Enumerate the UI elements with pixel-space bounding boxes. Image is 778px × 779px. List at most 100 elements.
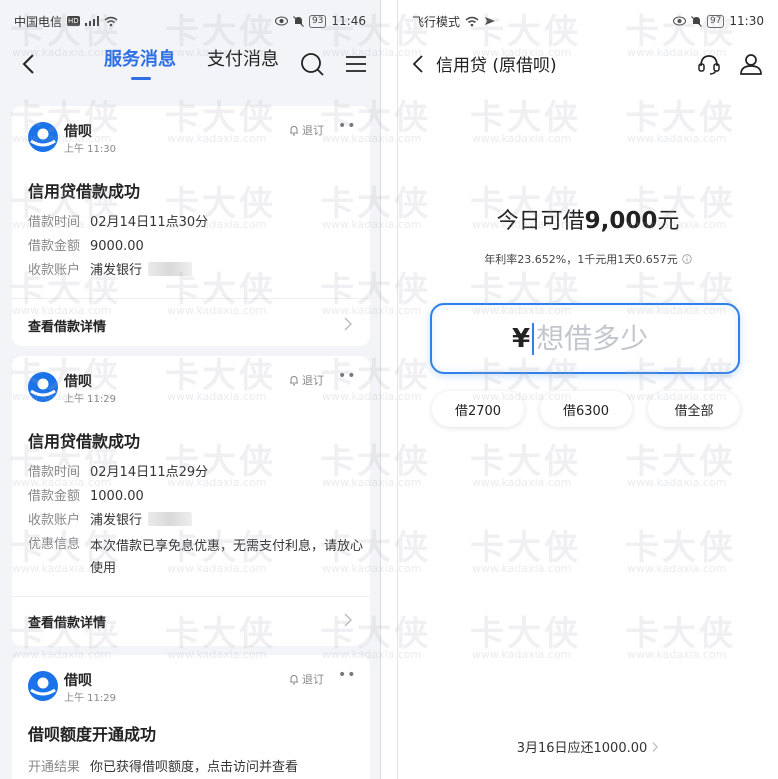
status-bar: 飞行模式 97 11:30: [398, 0, 778, 42]
battery-icon: 93: [308, 14, 327, 28]
row-label: 借款时间: [28, 465, 81, 480]
jiebei-logo-icon: [28, 671, 58, 701]
limit-prefix: 今日可借: [496, 209, 585, 234]
eye-icon: [672, 16, 686, 26]
hd-icon: HD: [67, 16, 80, 26]
unsubscribe-button[interactable]: 退订: [289, 122, 324, 138]
tab-payment-messages[interactable]: 支付消息: [207, 46, 279, 74]
customer-service-icon[interactable]: [696, 51, 722, 77]
mute-icon: [691, 15, 702, 27]
menu-icon[interactable]: [343, 50, 369, 78]
mute-icon: [293, 15, 304, 27]
more-options-icon[interactable]: ••: [338, 118, 357, 134]
message-title: 借呗额度开通成功: [28, 725, 157, 744]
message-center-screen: 中国电信 HD 93 11:46 服务消息 支付消息 借呗 上午 11:30 退…: [0, 0, 381, 779]
available-limit: 今日可借9,000元: [398, 203, 778, 235]
user-icon[interactable]: [738, 51, 764, 77]
info-row: 收款账户 浦发银行: [28, 512, 193, 530]
unsubscribe-button[interactable]: 退订: [289, 372, 324, 388]
status-bar: 中国电信 HD 93 11:46: [0, 0, 380, 42]
app-bar: 服务消息 支付消息: [0, 42, 380, 86]
carrier-label: 中国电信: [14, 14, 63, 29]
screenshot-canvas: 中国电信 HD 93 11:46 服务消息 支付消息 借呗 上午 11:30 退…: [0, 0, 778, 779]
screenshot-gap: [381, 0, 397, 779]
row-value: 浦发银行: [90, 513, 143, 528]
message-time: 上午 11:29: [64, 394, 116, 405]
text-cursor: [532, 322, 535, 355]
view-details-link[interactable]: 查看借款详情: [28, 612, 106, 631]
info-row: 开通结果 你已获得借呗额度，点击访问并查看: [28, 759, 298, 777]
chevron-right-icon[interactable]: [342, 612, 354, 628]
sender-name: 借呗: [64, 673, 92, 689]
tab-service-messages[interactable]: 服务消息: [104, 46, 176, 74]
info-row: 收款账户 浦发银行: [28, 262, 193, 280]
divider: [12, 298, 370, 299]
row-label: 收款账户: [28, 513, 81, 528]
clock: 11:30: [729, 14, 764, 28]
row-label: 收款账户: [28, 263, 81, 278]
row-value: 本次借款已享免息优惠，无需支付利息，请放心使用: [90, 539, 364, 576]
loan-amount-field[interactable]: ¥: [430, 303, 740, 374]
airplane-icon: [485, 17, 496, 25]
quick-amount-button[interactable]: 借6300: [540, 391, 632, 427]
limit-suffix: 元: [657, 209, 680, 234]
message-title: 信用贷借款成功: [28, 182, 141, 201]
redacted-block: [148, 512, 193, 526]
currency-symbol: ¥: [512, 323, 531, 354]
message-time: 上午 11:29: [64, 693, 116, 704]
back-icon[interactable]: [410, 52, 426, 76]
sender-name: 借呗: [64, 124, 92, 140]
loan-amount-input[interactable]: [536, 322, 717, 355]
message-card[interactable]: 借呗 上午 11:30 退订 •• 信用贷借款成功 借款时间 02月14日11点3…: [12, 106, 370, 346]
clock: 11:46: [331, 14, 366, 28]
signal-icon: [84, 16, 99, 26]
bell-icon: [290, 674, 298, 685]
repayment-text: 3月16日应还1000.00: [516, 741, 648, 756]
row-value: 02月14日11点29分: [90, 465, 209, 480]
chevron-right-icon: [652, 741, 659, 752]
message-time: 上午 11:30: [64, 144, 116, 155]
unsubscribe-label: 退订: [302, 673, 324, 686]
row-label: 借款时间: [28, 215, 81, 230]
repayment-reminder[interactable]: 3月16日应还1000.00: [398, 737, 778, 756]
interest-rate-info: 年利率23.652%，1千元用1天0.657元: [398, 251, 778, 267]
quick-amount-button[interactable]: 借全部: [648, 391, 740, 427]
info-icon[interactable]: [682, 254, 692, 264]
limit-amount: 9,000: [584, 208, 658, 234]
back-icon[interactable]: [18, 50, 42, 78]
message-title: 信用贷借款成功: [28, 432, 141, 451]
sender-name: 借呗: [64, 374, 92, 390]
row-label: 借款金额: [28, 239, 81, 254]
info-row: 借款时间 02月14日11点30分: [28, 214, 208, 232]
rate-text: 年利率23.652%，1千元用1天0.657元: [484, 253, 678, 266]
eye-icon: [274, 16, 288, 26]
bell-icon: [290, 125, 298, 136]
wifi-icon: [465, 16, 479, 26]
active-tab-indicator: [131, 77, 151, 80]
row-value: 9000.00: [90, 239, 144, 254]
message-card[interactable]: 借呗 上午 11:29 退订 •• 借呗额度开通成功 开通结果 你已获得借呗额度，…: [12, 655, 370, 779]
search-icon[interactable]: [298, 50, 326, 78]
chevron-right-icon[interactable]: [342, 316, 354, 332]
info-row: 借款时间 02月14日11点29分: [28, 464, 208, 482]
airplane-mode-label: 飞行模式: [412, 14, 461, 29]
redacted-block: [148, 262, 193, 276]
battery-icon: 97: [706, 14, 725, 28]
more-options-icon[interactable]: ••: [338, 667, 357, 683]
row-value: 02月14日11点30分: [90, 215, 209, 230]
unsubscribe-button[interactable]: 退订: [289, 671, 324, 687]
more-options-icon[interactable]: ••: [338, 368, 357, 384]
quick-amount-button[interactable]: 借2700: [432, 391, 524, 427]
wifi-icon: [104, 16, 118, 26]
message-card[interactable]: 借呗 上午 11:29 退订 •• 信用贷借款成功 借款时间 02月14日11点2…: [12, 356, 370, 646]
info-row: 借款金额 1000.00: [28, 488, 144, 506]
credit-loan-screen: 飞行模式 97 11:30 信用贷 (原借呗) 今日可借9,000元 年利率23…: [397, 0, 778, 779]
page-title: 信用贷 (原借呗): [436, 56, 557, 76]
row-label: 开通结果: [28, 760, 81, 775]
row-value: 你已获得借呗额度，点击访问并查看: [90, 760, 299, 775]
info-row: 优惠信息 本次借款已享免息优惠，无需支付利息，请放心使用: [28, 536, 364, 580]
view-details-link[interactable]: 查看借款详情: [28, 316, 106, 335]
row-value: 浦发银行: [90, 263, 143, 278]
jiebei-logo-icon: [28, 122, 58, 152]
row-label: 优惠信息: [28, 537, 81, 552]
